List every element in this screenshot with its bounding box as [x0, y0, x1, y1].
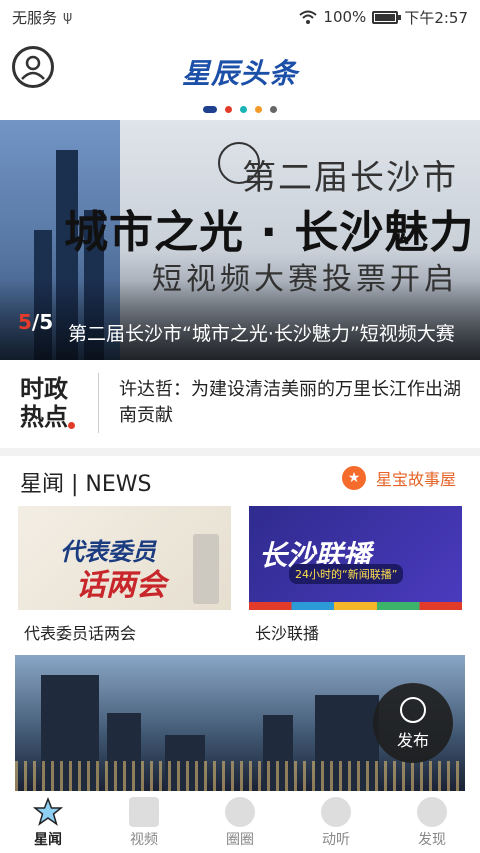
- tab-label: 星闻: [34, 832, 62, 848]
- tab-label: 视频: [130, 832, 158, 848]
- bottom-tab-bar: 星闻 视频 圈圈 动听 发现: [0, 793, 480, 853]
- banner-counter: 5/5: [18, 310, 53, 334]
- carousel-dot[interactable]: [240, 106, 247, 113]
- banner-carousel[interactable]: 第二届长沙市 城市之光 · 长沙魅力 短视频大赛投票开启 5/5 第二届长沙市“…: [0, 120, 480, 360]
- discover-icon: [417, 797, 447, 827]
- tab-label: 圈圈: [226, 832, 254, 848]
- hot-news-badge: 时政热点: [0, 375, 98, 431]
- banner-headline-2: 城市之光 · 长沙魅力: [64, 207, 475, 258]
- color-stripe: [249, 602, 462, 610]
- clock: 下午2:57: [404, 8, 468, 27]
- video-icon: [129, 797, 159, 827]
- story-house-label: 星宝故事屋: [375, 470, 456, 489]
- carousel-dot[interactable]: [255, 106, 262, 113]
- publish-button[interactable]: 发布: [373, 683, 453, 763]
- headphones-icon: [321, 797, 351, 827]
- tab-xingwen[interactable]: 星闻: [0, 793, 96, 853]
- battery-percent: 100%: [323, 8, 367, 26]
- section-separator: [0, 448, 480, 456]
- app-screen: 无服务 ψ 100% 下午2:57 星辰头条 第二届长沙市 城市之光 · 长沙魅…: [0, 0, 480, 853]
- news-card-label: 代表委员话两会: [24, 624, 137, 643]
- card-image-subtitle: 话两会: [76, 568, 166, 603]
- banner-caption: 第二届长沙市“城市之光·长沙魅力”短视频大赛: [68, 323, 455, 345]
- carousel-indicator: [0, 106, 480, 113]
- tab-label: 发现: [418, 832, 446, 848]
- usb-icon: ψ: [63, 9, 73, 25]
- mascot-icon: ★: [341, 466, 366, 490]
- app-logo: 星辰头条: [181, 57, 298, 90]
- tab-label: 动听: [322, 832, 350, 848]
- star-icon: [32, 796, 64, 827]
- carousel-dot[interactable]: [203, 106, 217, 113]
- hot-news-badge-text: 时政热点: [20, 375, 68, 431]
- hot-news-text: 许达哲：为建设清洁美丽的万里长江作出湖南贡献: [119, 379, 461, 426]
- news-card[interactable]: 代表委员 话两会 代表委员话两会: [18, 506, 231, 644]
- card-image-subtitle: 24小时的“新闻联播”: [289, 564, 404, 584]
- carousel-dot[interactable]: [225, 106, 232, 113]
- wifi-icon: [299, 10, 318, 24]
- carrier-text: 无服务: [12, 8, 58, 27]
- news-card[interactable]: 长沙联播 24小时的“新闻联播” 长沙联播: [249, 506, 462, 644]
- banner-total: /5: [31, 310, 54, 334]
- circle-icon: [225, 797, 255, 827]
- news-cards: 代表委员 话两会 代表委员话两会 长沙联播 24小时的“新闻联播” 长沙联播: [18, 506, 462, 644]
- tab-video[interactable]: 视频: [96, 793, 192, 853]
- battery-icon: [372, 10, 402, 24]
- carousel-dot[interactable]: [270, 106, 277, 113]
- news-card-image: 长沙联播 24小时的“新闻联播”: [249, 506, 462, 610]
- app-header: 星辰头条: [0, 34, 480, 102]
- publish-label: 发布: [396, 731, 429, 750]
- section-title: 星闻 | NEWS: [20, 472, 152, 497]
- tab-dongting[interactable]: 动听: [288, 793, 384, 853]
- tab-discover[interactable]: 发现: [384, 793, 480, 853]
- city-lights: [15, 761, 465, 791]
- story-house-link[interactable]: ★ 星宝故事屋: [341, 466, 456, 490]
- news-card-image: 代表委员 话两会: [18, 506, 231, 610]
- status-bar: 无服务 ψ 100% 下午2:57: [0, 0, 480, 34]
- hot-news-row[interactable]: 时政热点 许达哲：为建设清洁美丽的万里长江作出湖南贡献: [0, 360, 480, 446]
- headset-icon: [400, 697, 426, 723]
- banner-headline-1: 第二届长沙市: [242, 158, 458, 198]
- banner-current-index: 5: [18, 310, 32, 334]
- monument-graphic: [193, 534, 219, 604]
- tab-quanquan[interactable]: 圈圈: [192, 793, 288, 853]
- news-card-label: 长沙联播: [255, 624, 320, 643]
